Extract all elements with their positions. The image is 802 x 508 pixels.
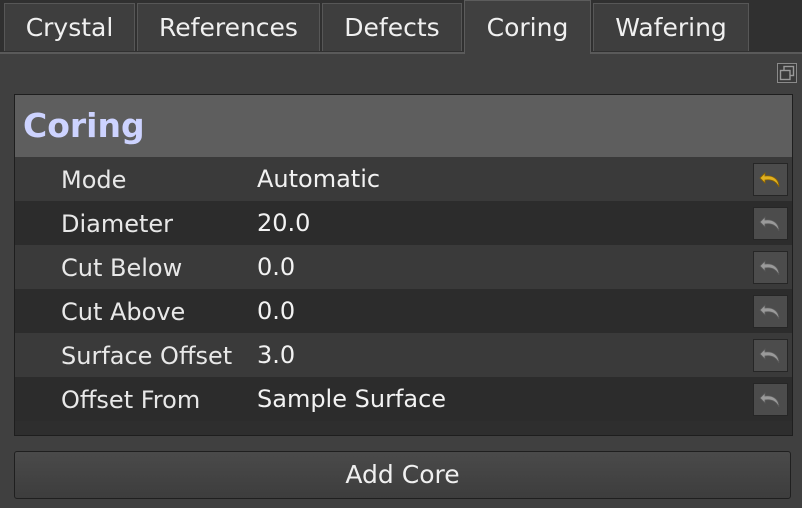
undo-arrow-icon [759, 392, 780, 408]
property-row-offset-from: Offset From Sample Surface [15, 377, 792, 421]
property-label: Surface Offset [61, 342, 233, 370]
tab-bar-divider [0, 52, 802, 54]
reset-button-offset-from[interactable] [753, 383, 788, 416]
panel-header: Coring [15, 95, 792, 157]
reset-button-cut-below[interactable] [753, 251, 788, 284]
property-row-surface-offset: Surface Offset 3.0 [15, 333, 792, 377]
coring-panel: Coring Mode Automatic Diameter 20.0 Cut … [14, 94, 793, 436]
property-row-cut-above: Cut Above 0.0 [15, 289, 792, 333]
reset-button-surface-offset[interactable] [753, 339, 788, 372]
property-value-mode[interactable]: Automatic [257, 157, 380, 201]
property-label: Mode [61, 166, 127, 194]
tab-crystal[interactable]: Crystal [4, 3, 135, 51]
property-label: Offset From [61, 386, 201, 414]
active-tab-gap [465, 52, 590, 54]
tab-coring[interactable]: Coring [464, 0, 591, 54]
reset-button-diameter[interactable] [753, 207, 788, 240]
undo-arrow-icon [759, 172, 780, 188]
tab-bar: Crystal References Defects Wafering Cori… [0, 0, 802, 54]
property-label: Cut Above [61, 298, 186, 326]
property-row-mode: Mode Automatic [15, 157, 792, 201]
panel-title: Coring [23, 106, 145, 145]
restore-window-icon[interactable] [776, 62, 798, 84]
property-row-diameter: Diameter 20.0 [15, 201, 792, 245]
undo-arrow-icon [759, 216, 780, 232]
property-value-cut-above[interactable]: 0.0 [257, 289, 295, 333]
add-core-button[interactable]: Add Core [14, 451, 791, 499]
tab-wafering[interactable]: Wafering [593, 3, 749, 51]
undo-arrow-icon [759, 304, 780, 320]
property-label: Diameter [61, 210, 174, 238]
tab-references[interactable]: References [137, 3, 320, 51]
tab-defects[interactable]: Defects [322, 3, 462, 51]
undo-arrow-icon [759, 348, 780, 364]
reset-button-cut-above[interactable] [753, 295, 788, 328]
undo-arrow-icon [759, 260, 780, 276]
property-value-offset-from[interactable]: Sample Surface [257, 377, 446, 421]
property-row-cut-below: Cut Below 0.0 [15, 245, 792, 289]
property-label: Cut Below [61, 254, 183, 282]
property-value-diameter[interactable]: 20.0 [257, 201, 310, 245]
property-value-surface-offset[interactable]: 3.0 [257, 333, 295, 377]
reset-button-mode[interactable] [753, 163, 788, 196]
property-value-cut-below[interactable]: 0.0 [257, 245, 295, 289]
